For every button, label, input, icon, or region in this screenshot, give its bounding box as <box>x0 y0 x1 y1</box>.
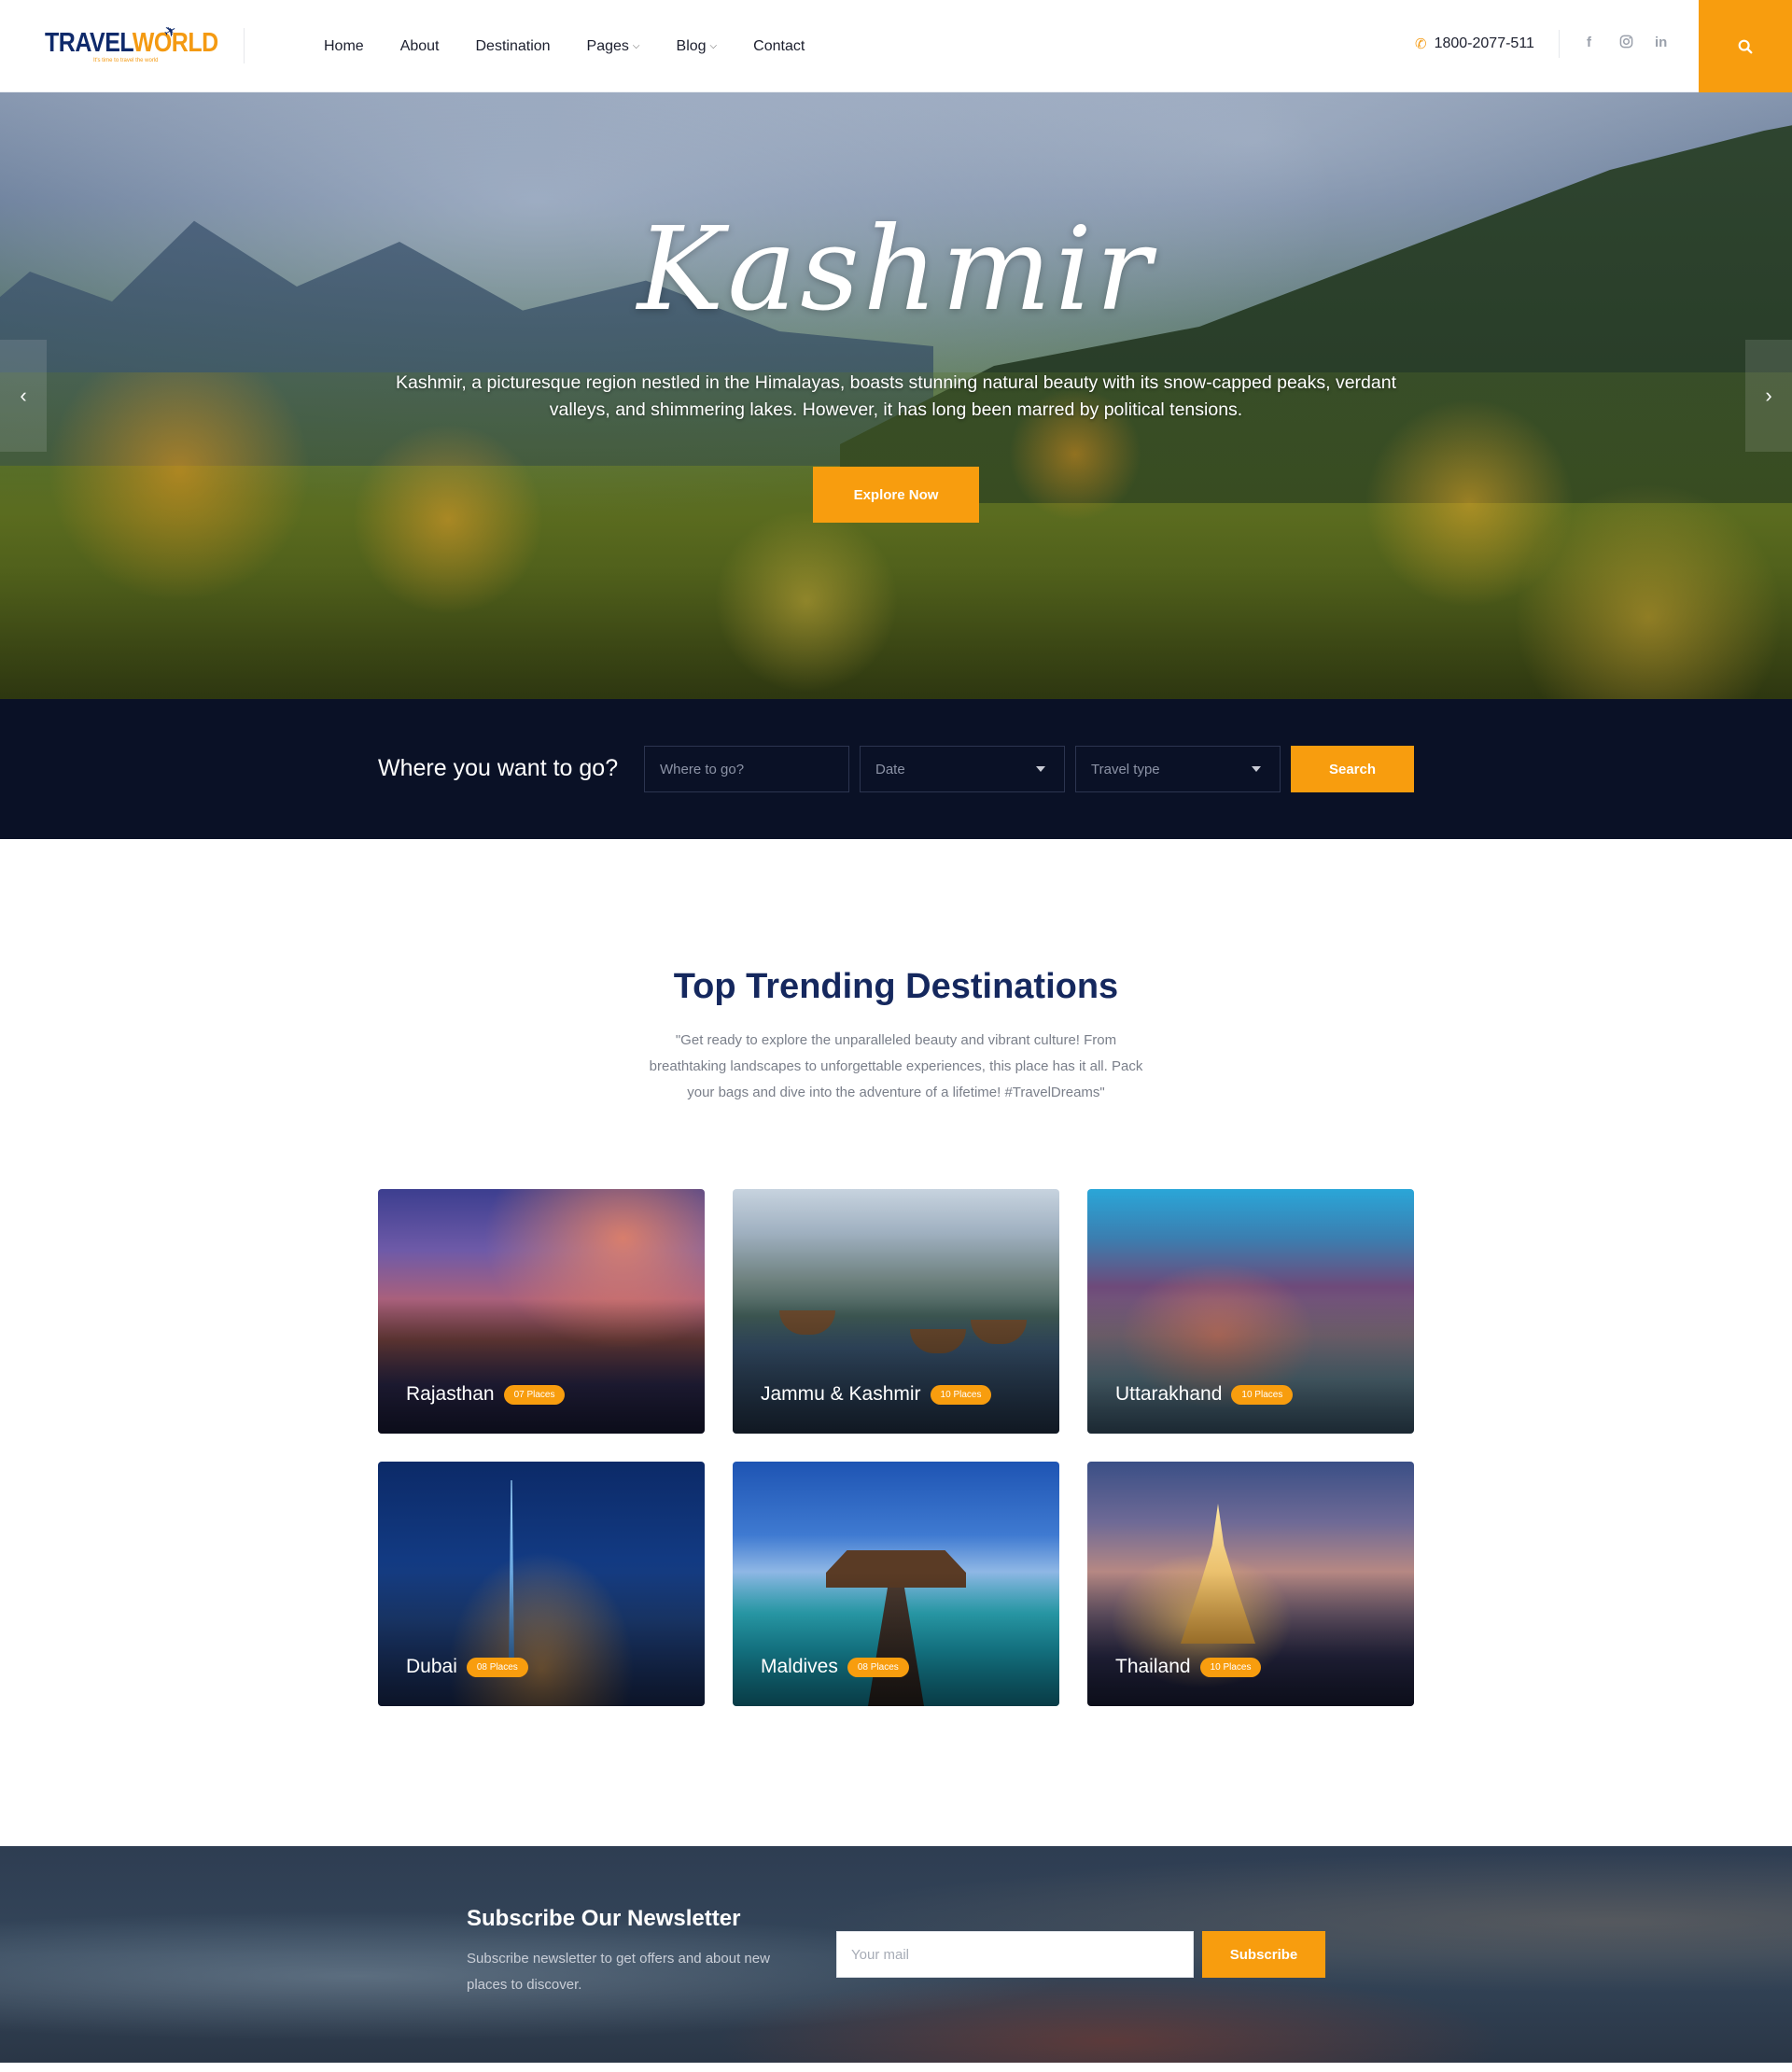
card-title: Jammu & Kashmir 10 Places <box>761 1383 992 1406</box>
card-overlay <box>378 1571 705 1706</box>
chevron-down-icon: ⌵ <box>709 41 718 51</box>
newsletter-description: Subscribe newsletter to get offers and a… <box>467 1951 770 1993</box>
logo-tagline: It's time to travel the world <box>93 58 159 63</box>
card-name: Maldives <box>761 1656 838 1677</box>
card-name: Rajasthan <box>406 1383 495 1405</box>
facebook-icon[interactable]: f <box>1587 35 1591 50</box>
nav-home[interactable]: Home <box>324 38 364 55</box>
subscribe-button[interactable]: Subscribe <box>1202 1931 1325 1978</box>
slider-next-button[interactable]: › <box>1745 340 1792 452</box>
card-title: Dubai 08 Places <box>406 1656 528 1678</box>
destination-card-thailand[interactable]: Thailand 10 Places <box>1087 1462 1414 1706</box>
nav-destination[interactable]: Destination <box>476 38 551 55</box>
card-overlay <box>1087 1298 1414 1434</box>
places-badge: 10 Places <box>930 1384 992 1405</box>
card-title: Uttarakhand 10 Places <box>1115 1383 1294 1406</box>
newsletter-email-input[interactable]: Your mail <box>836 1931 1194 1978</box>
phone-number: 1800-2077-511 <box>1434 35 1534 51</box>
logo-wordmark: TRAVELWORLD <box>45 28 218 59</box>
places-badge: 07 Places <box>503 1384 566 1405</box>
card-overlay <box>378 1298 705 1434</box>
caret-down-icon <box>1036 766 1045 772</box>
where-placeholder: Where to go? <box>660 761 745 777</box>
chevron-left-icon: ‹ <box>20 384 27 407</box>
places-badge: 10 Places <box>1199 1657 1262 1677</box>
social-divider <box>1559 30 1560 58</box>
places-badge: 08 Places <box>466 1657 528 1677</box>
destination-card-jammu-kashmir[interactable]: Jammu & Kashmir 10 Places <box>733 1189 1059 1434</box>
travel-type-label: Travel type <box>1091 761 1160 777</box>
newsletter-section: Subscribe Our Newsletter Subscribe newsl… <box>0 1846 1792 2063</box>
nav-label: About <box>399 37 440 54</box>
places-badge: 10 Places <box>1231 1384 1294 1405</box>
header-search-button[interactable] <box>1699 0 1792 92</box>
travel-type-select[interactable]: Travel type <box>1075 746 1281 792</box>
card-name: Dubai <box>406 1656 457 1677</box>
nav-label: Home <box>324 37 364 54</box>
nav-pages[interactable]: Pages ⌵ <box>587 38 640 55</box>
where-to-go-input[interactable]: Where to go? <box>644 746 849 792</box>
card-name: Uttarakhand <box>1115 1383 1223 1405</box>
search-heading: Where you want to go? <box>378 755 619 781</box>
instagram-icon[interactable] <box>1619 35 1633 52</box>
logo-word-travel: TRAVEL <box>45 27 133 59</box>
hero-slider: Kashmir Kashmir, a picturesque region ne… <box>0 92 1792 699</box>
destination-card-maldives[interactable]: Maldives 08 Places <box>733 1462 1059 1706</box>
main-nav: Home About Destination Pages ⌵ Blog ⌵ Cont… <box>324 0 841 92</box>
trip-search-bar: Where you want to go? Where to go? Date … <box>0 699 1792 839</box>
card-overlay <box>1087 1571 1414 1706</box>
section-description: "Get ready to explore the unparalleled b… <box>649 1032 1143 1100</box>
hero-title: Kashmir <box>637 203 1155 337</box>
header-divider <box>244 28 245 63</box>
slider-prev-button[interactable]: ‹ <box>0 340 47 452</box>
nav-label: Blog <box>676 37 707 54</box>
nav-label: Destination <box>475 37 551 54</box>
destination-card-rajasthan[interactable]: Rajasthan 07 Places <box>378 1189 705 1434</box>
nav-about[interactable]: About <box>400 38 440 55</box>
phone-icon: ✆ <box>1415 36 1427 52</box>
logo[interactable]: TRAVELWORLD It's time to travel the worl… <box>45 22 218 65</box>
page-bottom-edge <box>0 2063 1792 2072</box>
site-header: TRAVELWORLD It's time to travel the worl… <box>0 0 1792 92</box>
card-name: Thailand <box>1115 1656 1191 1677</box>
section-title: Top Trending Destinations <box>673 967 1119 1006</box>
chevron-right-icon: › <box>1765 384 1772 407</box>
destination-card-uttarakhand[interactable]: Uttarakhand 10 Places <box>1087 1189 1414 1434</box>
caret-down-icon <box>1252 766 1261 772</box>
card-overlay <box>733 1571 1059 1706</box>
nav-label: Contact <box>753 37 805 54</box>
email-placeholder: Your mail <box>851 1946 909 1963</box>
phone-link[interactable]: ✆ 1800-2077-511 <box>1415 35 1534 52</box>
search-button[interactable]: Search <box>1291 746 1414 792</box>
date-label: Date <box>875 761 905 777</box>
linkedin-icon[interactable]: in <box>1655 35 1667 50</box>
card-overlay <box>733 1298 1059 1434</box>
search-icon <box>1738 39 1753 53</box>
nav-label: Pages <box>586 37 629 54</box>
destination-card-dubai[interactable]: Dubai 08 Places <box>378 1462 705 1706</box>
places-badge: 08 Places <box>847 1657 909 1677</box>
card-title: Rajasthan 07 Places <box>406 1383 566 1406</box>
newsletter-title: Subscribe Our Newsletter <box>467 1906 741 1931</box>
chevron-down-icon: ⌵ <box>632 41 640 51</box>
card-title: Maldives 08 Places <box>761 1656 909 1678</box>
nav-contact[interactable]: Contact <box>753 38 805 55</box>
hero-description: Kashmir, a picturesque region nestled in… <box>395 372 1397 420</box>
date-select[interactable]: Date <box>860 746 1065 792</box>
explore-now-button[interactable]: Explore Now <box>813 467 979 523</box>
nav-blog[interactable]: Blog ⌵ <box>677 38 718 55</box>
card-title: Thailand 10 Places <box>1115 1656 1262 1678</box>
card-name: Jammu & Kashmir <box>761 1383 921 1405</box>
